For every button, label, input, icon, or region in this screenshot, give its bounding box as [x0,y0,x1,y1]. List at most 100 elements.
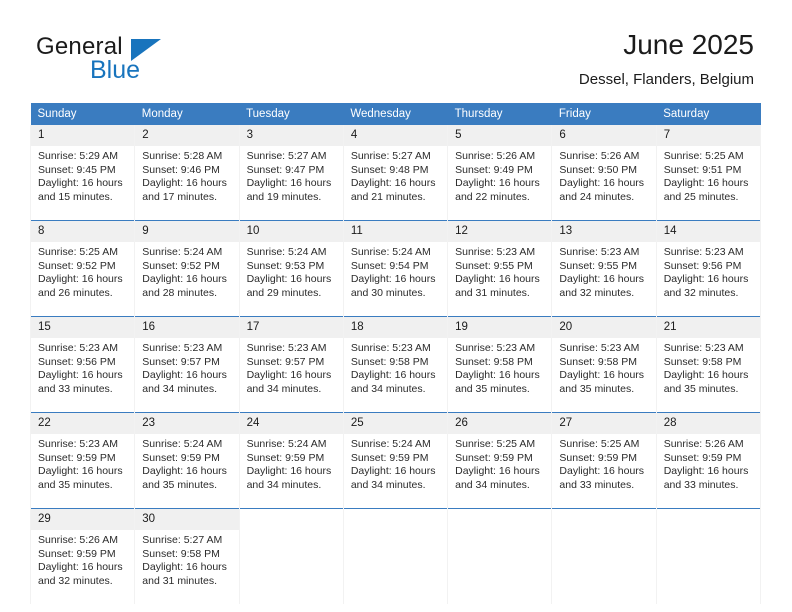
daylight-text-line2: and 33 minutes. [663,478,739,491]
day-cell[interactable]: 23 Sunrise: 5:24 AM Sunset: 9:59 PM Dayl… [134,412,240,509]
day-number: 7 [656,125,760,146]
day-details [657,530,760,604]
weekday-header-friday: Friday [551,103,657,125]
calendar-body: 1 Sunrise: 5:29 AM Sunset: 9:45 PM Dayli… [29,125,762,604]
day-cell[interactable]: 27 Sunrise: 5:25 AM Sunset: 9:59 PM Dayl… [551,412,657,509]
day-details: Sunrise: 5:26 AM Sunset: 9:49 PM Dayligh… [448,146,551,220]
day-cell[interactable]: 29 Sunrise: 5:26 AM Sunset: 9:59 PM Dayl… [29,508,136,604]
sunrise-text: Sunrise: 5:23 AM [559,342,640,354]
day-number: 20 [552,317,656,338]
day-number: 3 [239,125,343,146]
day-details: Sunrise: 5:26 AM Sunset: 9:59 PM Dayligh… [657,434,760,508]
day-details [344,530,447,604]
daylight-text-line2: and 32 minutes. [663,286,739,299]
daylight-text-line1: Daylight: 16 hours [38,561,123,574]
day-details: Sunrise: 5:23 AM Sunset: 9:55 PM Dayligh… [552,242,655,316]
daylight-text-line2: and 24 minutes. [559,190,635,203]
day-details: Sunrise: 5:23 AM Sunset: 9:58 PM Dayligh… [344,338,447,412]
day-cell[interactable]: 9 Sunrise: 5:24 AM Sunset: 9:52 PM Dayli… [134,220,240,317]
day-details: Sunrise: 5:29 AM Sunset: 9:45 PM Dayligh… [31,146,134,220]
day-cell[interactable]: 24 Sunrise: 5:24 AM Sunset: 9:59 PM Dayl… [238,412,344,509]
day-cell[interactable]: 8 Sunrise: 5:25 AM Sunset: 9:52 PM Dayli… [29,220,136,317]
day-cell[interactable]: 12 Sunrise: 5:23 AM Sunset: 9:55 PM Dayl… [447,220,553,317]
day-cell[interactable]: 11 Sunrise: 5:24 AM Sunset: 9:54 PM Dayl… [342,220,449,317]
day-details: Sunrise: 5:26 AM Sunset: 9:59 PM Dayligh… [31,530,134,604]
sunset-text: Sunset: 9:57 PM [142,355,220,368]
day-cell[interactable]: 25 Sunrise: 5:24 AM Sunset: 9:59 PM Dayl… [342,412,449,509]
day-cell[interactable]: 7 Sunrise: 5:25 AM Sunset: 9:51 PM Dayli… [655,125,762,221]
day-number: 18 [343,317,448,338]
day-cell[interactable]: 14 Sunrise: 5:23 AM Sunset: 9:56 PM Dayl… [655,220,762,317]
day-cell[interactable]: 19 Sunrise: 5:23 AM Sunset: 9:58 PM Dayl… [447,316,553,413]
daylight-text-line1: Daylight: 16 hours [455,177,540,190]
day-details: Sunrise: 5:23 AM Sunset: 9:56 PM Dayligh… [657,242,760,316]
day-cell[interactable]: 5 Sunrise: 5:26 AM Sunset: 9:49 PM Dayli… [447,125,553,221]
day-details [240,530,343,604]
day-cell[interactable]: 28 Sunrise: 5:26 AM Sunset: 9:59 PM Dayl… [655,412,762,509]
day-cell[interactable]: 13 Sunrise: 5:23 AM Sunset: 9:55 PM Dayl… [551,220,657,317]
day-cell[interactable]: 20 Sunrise: 5:23 AM Sunset: 9:58 PM Dayl… [551,316,657,413]
daylight-text-line1: Daylight: 16 hours [559,273,645,286]
day-cell[interactable]: 21 Sunrise: 5:23 AM Sunset: 9:58 PM Dayl… [655,316,762,413]
day-cell[interactable]: 2 Sunrise: 5:28 AM Sunset: 9:46 PM Dayli… [134,125,240,221]
daylight-text-line1: Daylight: 16 hours [455,465,540,478]
sunrise-text: Sunrise: 5:23 AM [142,342,223,354]
calendar-header-row: Sunday Monday Tuesday Wednesday Thursday… [30,103,761,125]
sunrise-text: Sunrise: 5:27 AM [350,150,431,162]
daylight-text-line2: and 31 minutes. [455,286,530,299]
sunset-text: Sunset: 9:52 PM [142,259,220,272]
daylight-text-line1: Daylight: 16 hours [38,465,123,478]
daylight-text-line1: Daylight: 16 hours [142,561,227,574]
day-cell-empty [342,508,449,604]
day-cell[interactable]: 26 Sunrise: 5:25 AM Sunset: 9:59 PM Dayl… [447,412,553,509]
daylight-text-line2: and 34 minutes. [455,478,530,491]
day-cell[interactable]: 4 Sunrise: 5:27 AM Sunset: 9:48 PM Dayli… [342,125,449,221]
weekday-header-saturday: Saturday [656,103,761,125]
day-cell[interactable]: 17 Sunrise: 5:23 AM Sunset: 9:57 PM Dayl… [238,316,344,413]
day-cell[interactable]: 22 Sunrise: 5:23 AM Sunset: 9:59 PM Dayl… [29,412,136,509]
sunrise-text: Sunrise: 5:24 AM [246,246,327,258]
day-details: Sunrise: 5:23 AM Sunset: 9:57 PM Dayligh… [135,338,238,412]
day-cell[interactable]: 6 Sunrise: 5:26 AM Sunset: 9:50 PM Dayli… [551,125,657,221]
sunrise-text: Sunrise: 5:23 AM [455,342,536,354]
sunrise-text: Sunrise: 5:27 AM [246,150,327,162]
daylight-text-line2: and 30 minutes. [350,286,426,299]
day-cell[interactable]: 30 Sunrise: 5:27 AM Sunset: 9:58 PM Dayl… [134,508,240,604]
daylight-text-line1: Daylight: 16 hours [142,465,227,478]
day-number: 4 [343,125,448,146]
brand-logo[interactable]: General Blue [36,33,266,89]
daylight-text-line1: Daylight: 16 hours [38,369,123,382]
daylight-text-line2: and 26 minutes. [38,286,113,299]
sunset-text: Sunset: 9:57 PM [246,355,325,368]
day-details: Sunrise: 5:23 AM Sunset: 9:57 PM Dayligh… [240,338,343,412]
sunrise-text: Sunrise: 5:23 AM [38,438,118,450]
day-details: Sunrise: 5:23 AM Sunset: 9:58 PM Dayligh… [657,338,760,412]
day-number: 19 [448,317,552,338]
daylight-text-line1: Daylight: 16 hours [246,369,332,382]
day-number: 15 [31,317,135,338]
week-row: 15 Sunrise: 5:23 AM Sunset: 9:56 PM Dayl… [29,316,762,413]
weekday-header-sunday: Sunday [30,103,135,125]
daylight-text-line2: and 34 minutes. [350,478,426,491]
sunrise-text: Sunrise: 5:24 AM [142,246,223,258]
day-cell[interactable]: 18 Sunrise: 5:23 AM Sunset: 9:58 PM Dayl… [342,316,449,413]
daylight-text-line1: Daylight: 16 hours [663,177,749,190]
daylight-text-line1: Daylight: 16 hours [350,177,436,190]
daylight-text-line2: and 35 minutes. [142,478,217,491]
day-details: Sunrise: 5:25 AM Sunset: 9:59 PM Dayligh… [552,434,655,508]
day-details: Sunrise: 5:25 AM Sunset: 9:52 PM Dayligh… [31,242,134,316]
day-cell[interactable]: 15 Sunrise: 5:23 AM Sunset: 9:56 PM Dayl… [29,316,136,413]
day-details [552,530,655,604]
day-cell[interactable]: 1 Sunrise: 5:29 AM Sunset: 9:45 PM Dayli… [29,125,136,221]
day-details: Sunrise: 5:23 AM Sunset: 9:59 PM Dayligh… [31,434,134,508]
day-details: Sunrise: 5:23 AM Sunset: 9:58 PM Dayligh… [552,338,655,412]
day-number: 9 [135,221,239,242]
day-cell[interactable]: 10 Sunrise: 5:24 AM Sunset: 9:53 PM Dayl… [238,220,344,317]
day-cell[interactable]: 16 Sunrise: 5:23 AM Sunset: 9:57 PM Dayl… [134,316,240,413]
day-number: 29 [31,509,135,530]
day-cell-empty [551,508,657,604]
day-cell[interactable]: 3 Sunrise: 5:27 AM Sunset: 9:47 PM Dayli… [238,125,344,221]
sunset-text: Sunset: 9:58 PM [350,355,429,368]
week-row: 22 Sunrise: 5:23 AM Sunset: 9:59 PM Dayl… [29,412,762,509]
day-number: 12 [448,221,552,242]
